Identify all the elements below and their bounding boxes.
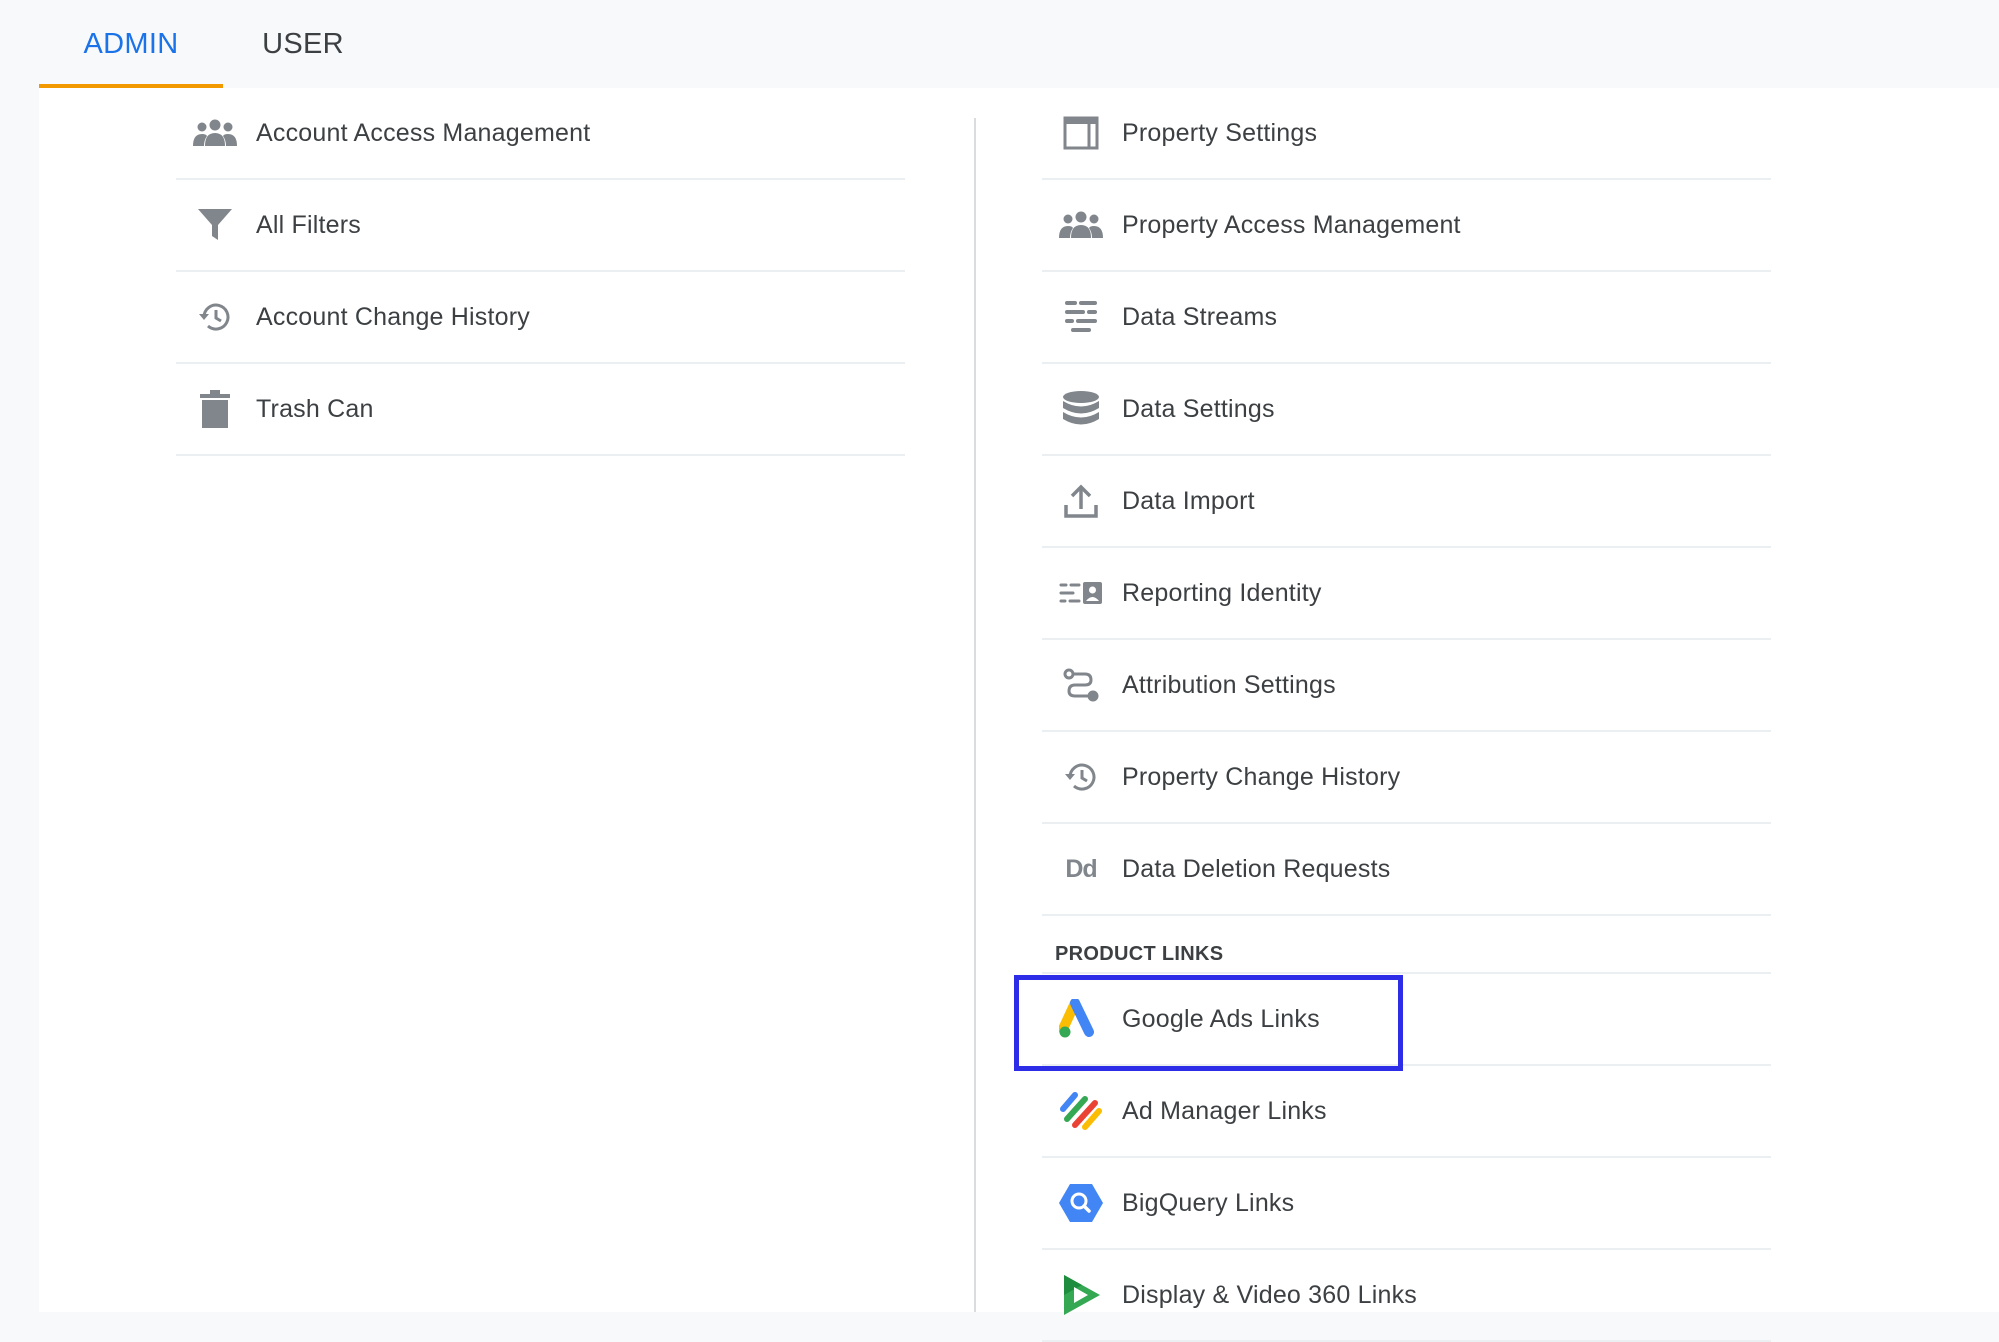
menu-item-property-change-history[interactable]: Property Change History bbox=[1042, 732, 1771, 824]
menu-item-label: Data Settings bbox=[1122, 394, 1275, 423]
data-deletion-icon-text: Dd bbox=[1065, 854, 1097, 883]
menu-item-bigquery-links[interactable]: BigQuery Links bbox=[1042, 1158, 1771, 1250]
menu-item-data-streams[interactable]: Data Streams bbox=[1042, 272, 1771, 364]
menu-item-property-access-management[interactable]: Property Access Management bbox=[1042, 180, 1771, 272]
menu-item-label: BigQuery Links bbox=[1122, 1188, 1295, 1217]
menu-item-label: Reporting Identity bbox=[1122, 578, 1322, 607]
tab-admin[interactable]: ADMIN bbox=[39, 0, 223, 88]
menu-item-display-video-360-links[interactable]: Display & Video 360 Links bbox=[1042, 1250, 1771, 1342]
menu-item-label: Property Settings bbox=[1122, 118, 1318, 147]
menu-item-label: Data Import bbox=[1122, 486, 1255, 515]
menu-item-account-access-management[interactable]: Account Access Management bbox=[176, 88, 905, 180]
data-deletion-icon: Dd bbox=[1056, 844, 1106, 894]
upload-icon bbox=[1056, 476, 1106, 526]
people-icon bbox=[1056, 200, 1106, 250]
menu-item-all-filters[interactable]: All Filters bbox=[176, 180, 905, 272]
display-video-360-icon bbox=[1056, 1270, 1106, 1320]
menu-item-data-deletion-requests[interactable]: Dd Data Deletion Requests bbox=[1042, 824, 1771, 916]
menu-item-attribution-settings[interactable]: Attribution Settings bbox=[1042, 640, 1771, 732]
menu-item-data-import[interactable]: Data Import bbox=[1042, 456, 1771, 548]
menu-item-label: Data Deletion Requests bbox=[1122, 854, 1391, 883]
account-column: Account Access Management All Filters Ac… bbox=[176, 88, 905, 456]
menu-item-label: Ad Manager Links bbox=[1122, 1096, 1327, 1125]
bigquery-icon bbox=[1056, 1178, 1106, 1228]
menu-item-account-change-history[interactable]: Account Change History bbox=[176, 272, 905, 364]
menu-item-data-settings[interactable]: Data Settings bbox=[1042, 364, 1771, 456]
google-ads-icon bbox=[1056, 994, 1106, 1044]
menu-item-label: All Filters bbox=[256, 210, 361, 239]
database-icon bbox=[1056, 384, 1106, 434]
filter-icon bbox=[190, 200, 240, 250]
tab-bar: ADMIN USER bbox=[0, 0, 1999, 88]
data-streams-icon bbox=[1056, 292, 1106, 342]
menu-item-reporting-identity[interactable]: Reporting Identity bbox=[1042, 548, 1771, 640]
menu-item-label: Account Change History bbox=[256, 302, 530, 331]
history-icon bbox=[190, 292, 240, 342]
column-divider bbox=[974, 118, 976, 1312]
trash-icon bbox=[190, 384, 240, 434]
menu-item-label: Data Streams bbox=[1122, 302, 1278, 331]
people-icon bbox=[190, 108, 240, 158]
menu-item-label: Attribution Settings bbox=[1122, 670, 1336, 699]
history-icon bbox=[1056, 752, 1106, 802]
product-links-header: PRODUCT LINKS bbox=[1042, 916, 1771, 974]
ad-manager-icon bbox=[1056, 1086, 1106, 1136]
property-column: Property Settings Property Access Manage… bbox=[1042, 88, 1771, 1342]
menu-item-label: Google Ads Links bbox=[1122, 1004, 1320, 1033]
menu-item-ad-manager-links[interactable]: Ad Manager Links bbox=[1042, 1066, 1771, 1158]
admin-panel: Account Access Management All Filters Ac… bbox=[39, 88, 1999, 1342]
menu-item-trash-can[interactable]: Trash Can bbox=[176, 364, 905, 456]
menu-item-label: Property Change History bbox=[1122, 762, 1401, 791]
menu-item-label: Trash Can bbox=[256, 394, 374, 423]
menu-item-label: Display & Video 360 Links bbox=[1122, 1280, 1417, 1309]
reporting-identity-icon bbox=[1056, 568, 1106, 618]
menu-item-label: Property Access Management bbox=[1122, 210, 1461, 239]
tab-user[interactable]: USER bbox=[250, 0, 356, 88]
menu-item-label: Account Access Management bbox=[256, 118, 591, 147]
menu-item-google-ads-links[interactable]: Google Ads Links bbox=[1042, 974, 1771, 1066]
attribution-icon bbox=[1056, 660, 1106, 710]
menu-item-property-settings[interactable]: Property Settings bbox=[1042, 88, 1771, 180]
property-settings-icon bbox=[1056, 108, 1106, 158]
